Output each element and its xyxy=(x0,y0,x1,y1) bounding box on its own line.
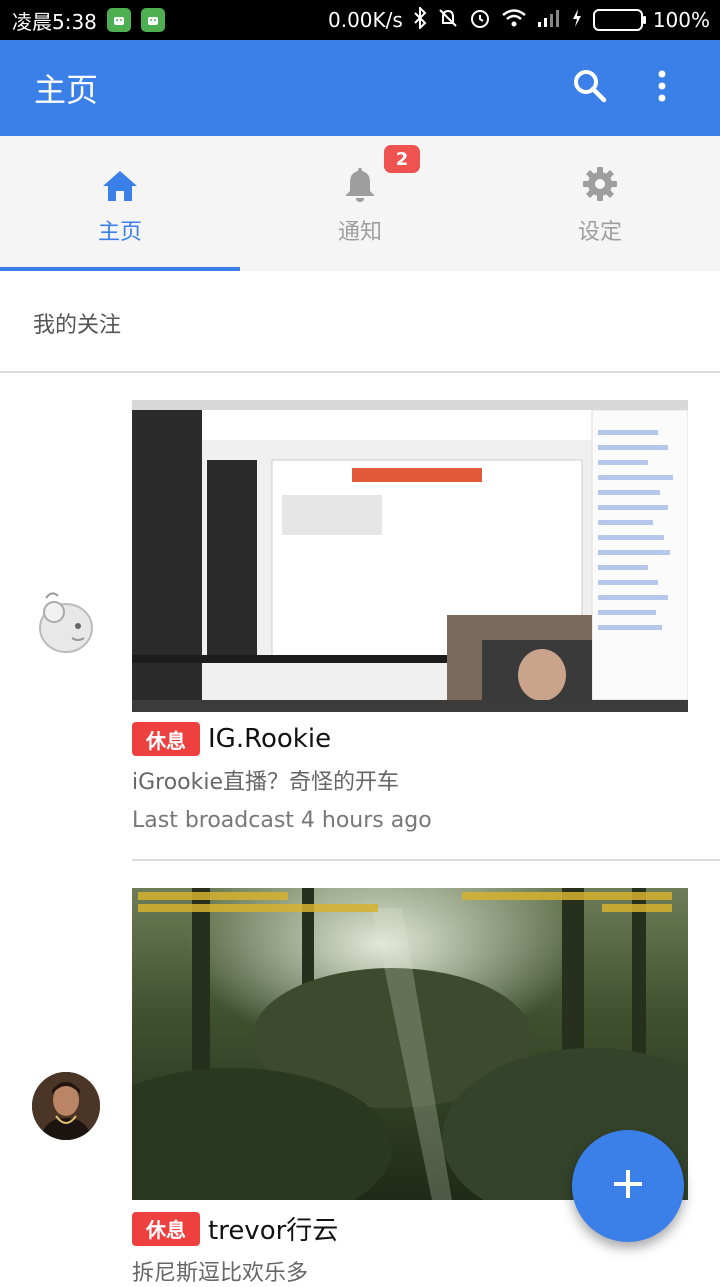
follow-list-item[interactable]: 休息 IG.Rookie iGrookie直播？奇怪的开车 Last broad… xyxy=(0,400,720,860)
battery-icon xyxy=(592,9,646,31)
app-bar: 主页 xyxy=(0,40,720,136)
streamer-name: trevor行云 xyxy=(208,1216,339,1246)
bluetooth-icon xyxy=(413,5,427,34)
gear-icon xyxy=(582,162,618,202)
more-options-button[interactable] xyxy=(638,64,686,112)
more-vert-icon xyxy=(657,70,667,106)
status-badge: 休息 xyxy=(132,722,200,756)
stream-title: 拆尼斯逗比欢乐多 xyxy=(132,1261,309,1286)
stream-meta: 休息 trevor行云 拆尼斯逗比欢乐多 xyxy=(132,1210,338,1287)
status-bar: 凌晨5:38 0.00K/s 100% xyxy=(0,0,720,40)
charging-icon xyxy=(571,8,583,33)
mute-icon xyxy=(437,7,459,34)
network-speed: 0.00K/s xyxy=(328,8,403,32)
streamer-name: IG.Rookie xyxy=(208,724,332,754)
tab-label: 通知 xyxy=(337,219,382,245)
avatar[interactable] xyxy=(32,588,100,656)
status-badge: 休息 xyxy=(132,1211,200,1246)
tab-label: 主页 xyxy=(97,219,142,245)
alarm-icon xyxy=(469,7,491,34)
notification-count-badge: 2 xyxy=(384,145,420,173)
stream-title: iGrookie直播？奇怪的开车 xyxy=(132,770,400,795)
signal-icon xyxy=(537,8,561,33)
last-broadcast-time: Last broadcast 4 hours ago xyxy=(132,808,432,833)
bell-icon xyxy=(344,162,376,202)
tab-settings[interactable]: 设定 xyxy=(480,136,720,271)
tab-notifications[interactable]: 通知 2 xyxy=(240,136,480,271)
tab-label: 设定 xyxy=(577,219,622,245)
android-app-icon xyxy=(106,8,131,32)
stream-thumbnail[interactable] xyxy=(132,400,688,712)
home-icon xyxy=(102,162,138,202)
search-icon xyxy=(572,68,608,108)
plus-icon xyxy=(612,1168,644,1204)
battery-percent: 100% xyxy=(652,8,710,32)
stream-meta: 休息 IG.Rookie iGrookie直播？奇怪的开车 Last broad… xyxy=(132,722,432,833)
tab-home[interactable]: 主页 xyxy=(0,136,240,271)
page-title: 主页 xyxy=(34,71,99,109)
section-header: 我的关注 xyxy=(0,271,720,373)
section-title: 我的关注 xyxy=(33,313,122,338)
avatar[interactable] xyxy=(32,1072,100,1140)
wifi-icon xyxy=(501,8,527,33)
add-follow-button[interactable] xyxy=(572,1130,684,1242)
android-app-icon xyxy=(140,8,165,32)
tab-bar: 主页 通知 2 设定 xyxy=(0,136,720,271)
search-button[interactable] xyxy=(566,64,614,112)
status-time: 凌晨5:38 xyxy=(12,9,97,34)
list-divider xyxy=(132,859,720,861)
